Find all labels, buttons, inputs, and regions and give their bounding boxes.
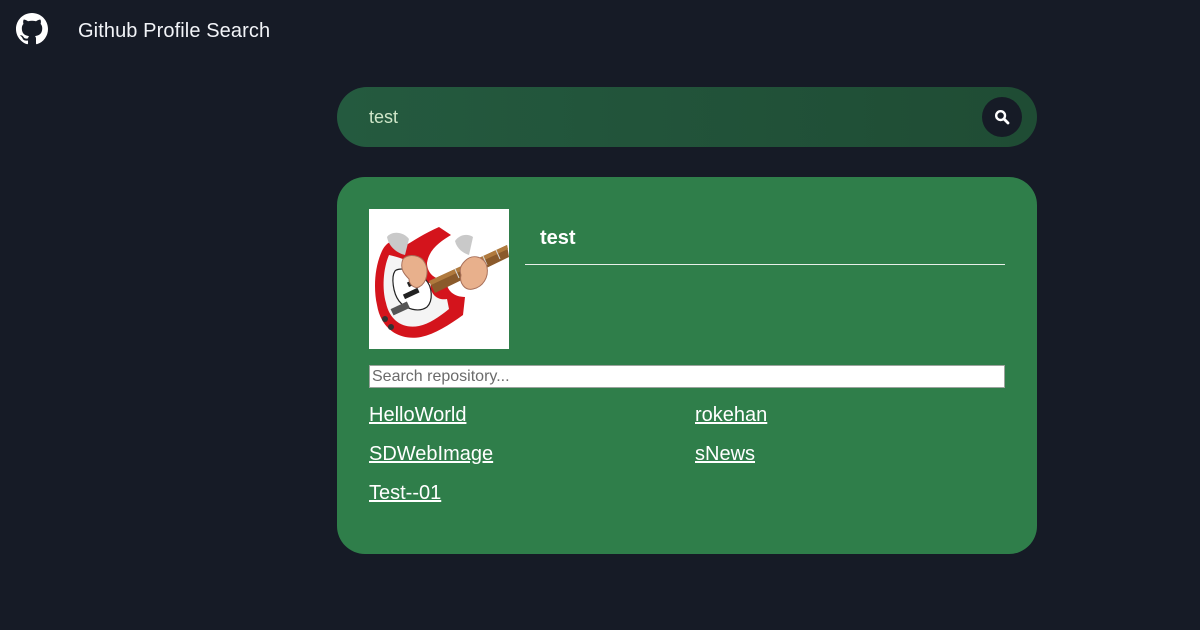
repository-list: HelloWorld rokehan SDWebImage sNews Test… <box>369 403 1005 520</box>
github-icon[interactable] <box>16 13 48 45</box>
profile-search-input[interactable] <box>369 103 969 131</box>
repository-link[interactable]: HelloWorld <box>369 404 466 426</box>
guitar-avatar-image <box>369 209 509 349</box>
app-title: Github Profile Search <box>78 20 271 42</box>
repository-link[interactable]: SDWebImage <box>369 443 493 465</box>
profile-card: test HelloWorld rokehan SDWebImage sNews… <box>337 177 1037 554</box>
profile-username: test <box>540 227 576 249</box>
repository-list-item: sNews <box>695 442 1005 481</box>
page: Github Profile Search test test Search r… <box>0 0 1200 630</box>
repository-list-item: Test--01 <box>369 481 695 520</box>
repository-list-item: HelloWorld <box>369 403 695 442</box>
profile-search-bar <box>337 87 1037 147</box>
repository-list-item: rokehan <box>695 403 1005 442</box>
search-button[interactable] <box>982 97 1022 137</box>
repository-link[interactable]: sNews <box>695 443 755 465</box>
user-avatar <box>369 209 509 349</box>
repository-search-input[interactable] <box>369 365 1005 388</box>
app-header: Github Profile Search <box>0 0 1200 62</box>
repository-list-item: SDWebImage <box>369 442 695 481</box>
username-divider <box>525 264 1005 265</box>
repository-link[interactable]: rokehan <box>695 404 767 426</box>
search-icon <box>994 109 1010 125</box>
repository-link[interactable]: Test--01 <box>369 482 441 504</box>
